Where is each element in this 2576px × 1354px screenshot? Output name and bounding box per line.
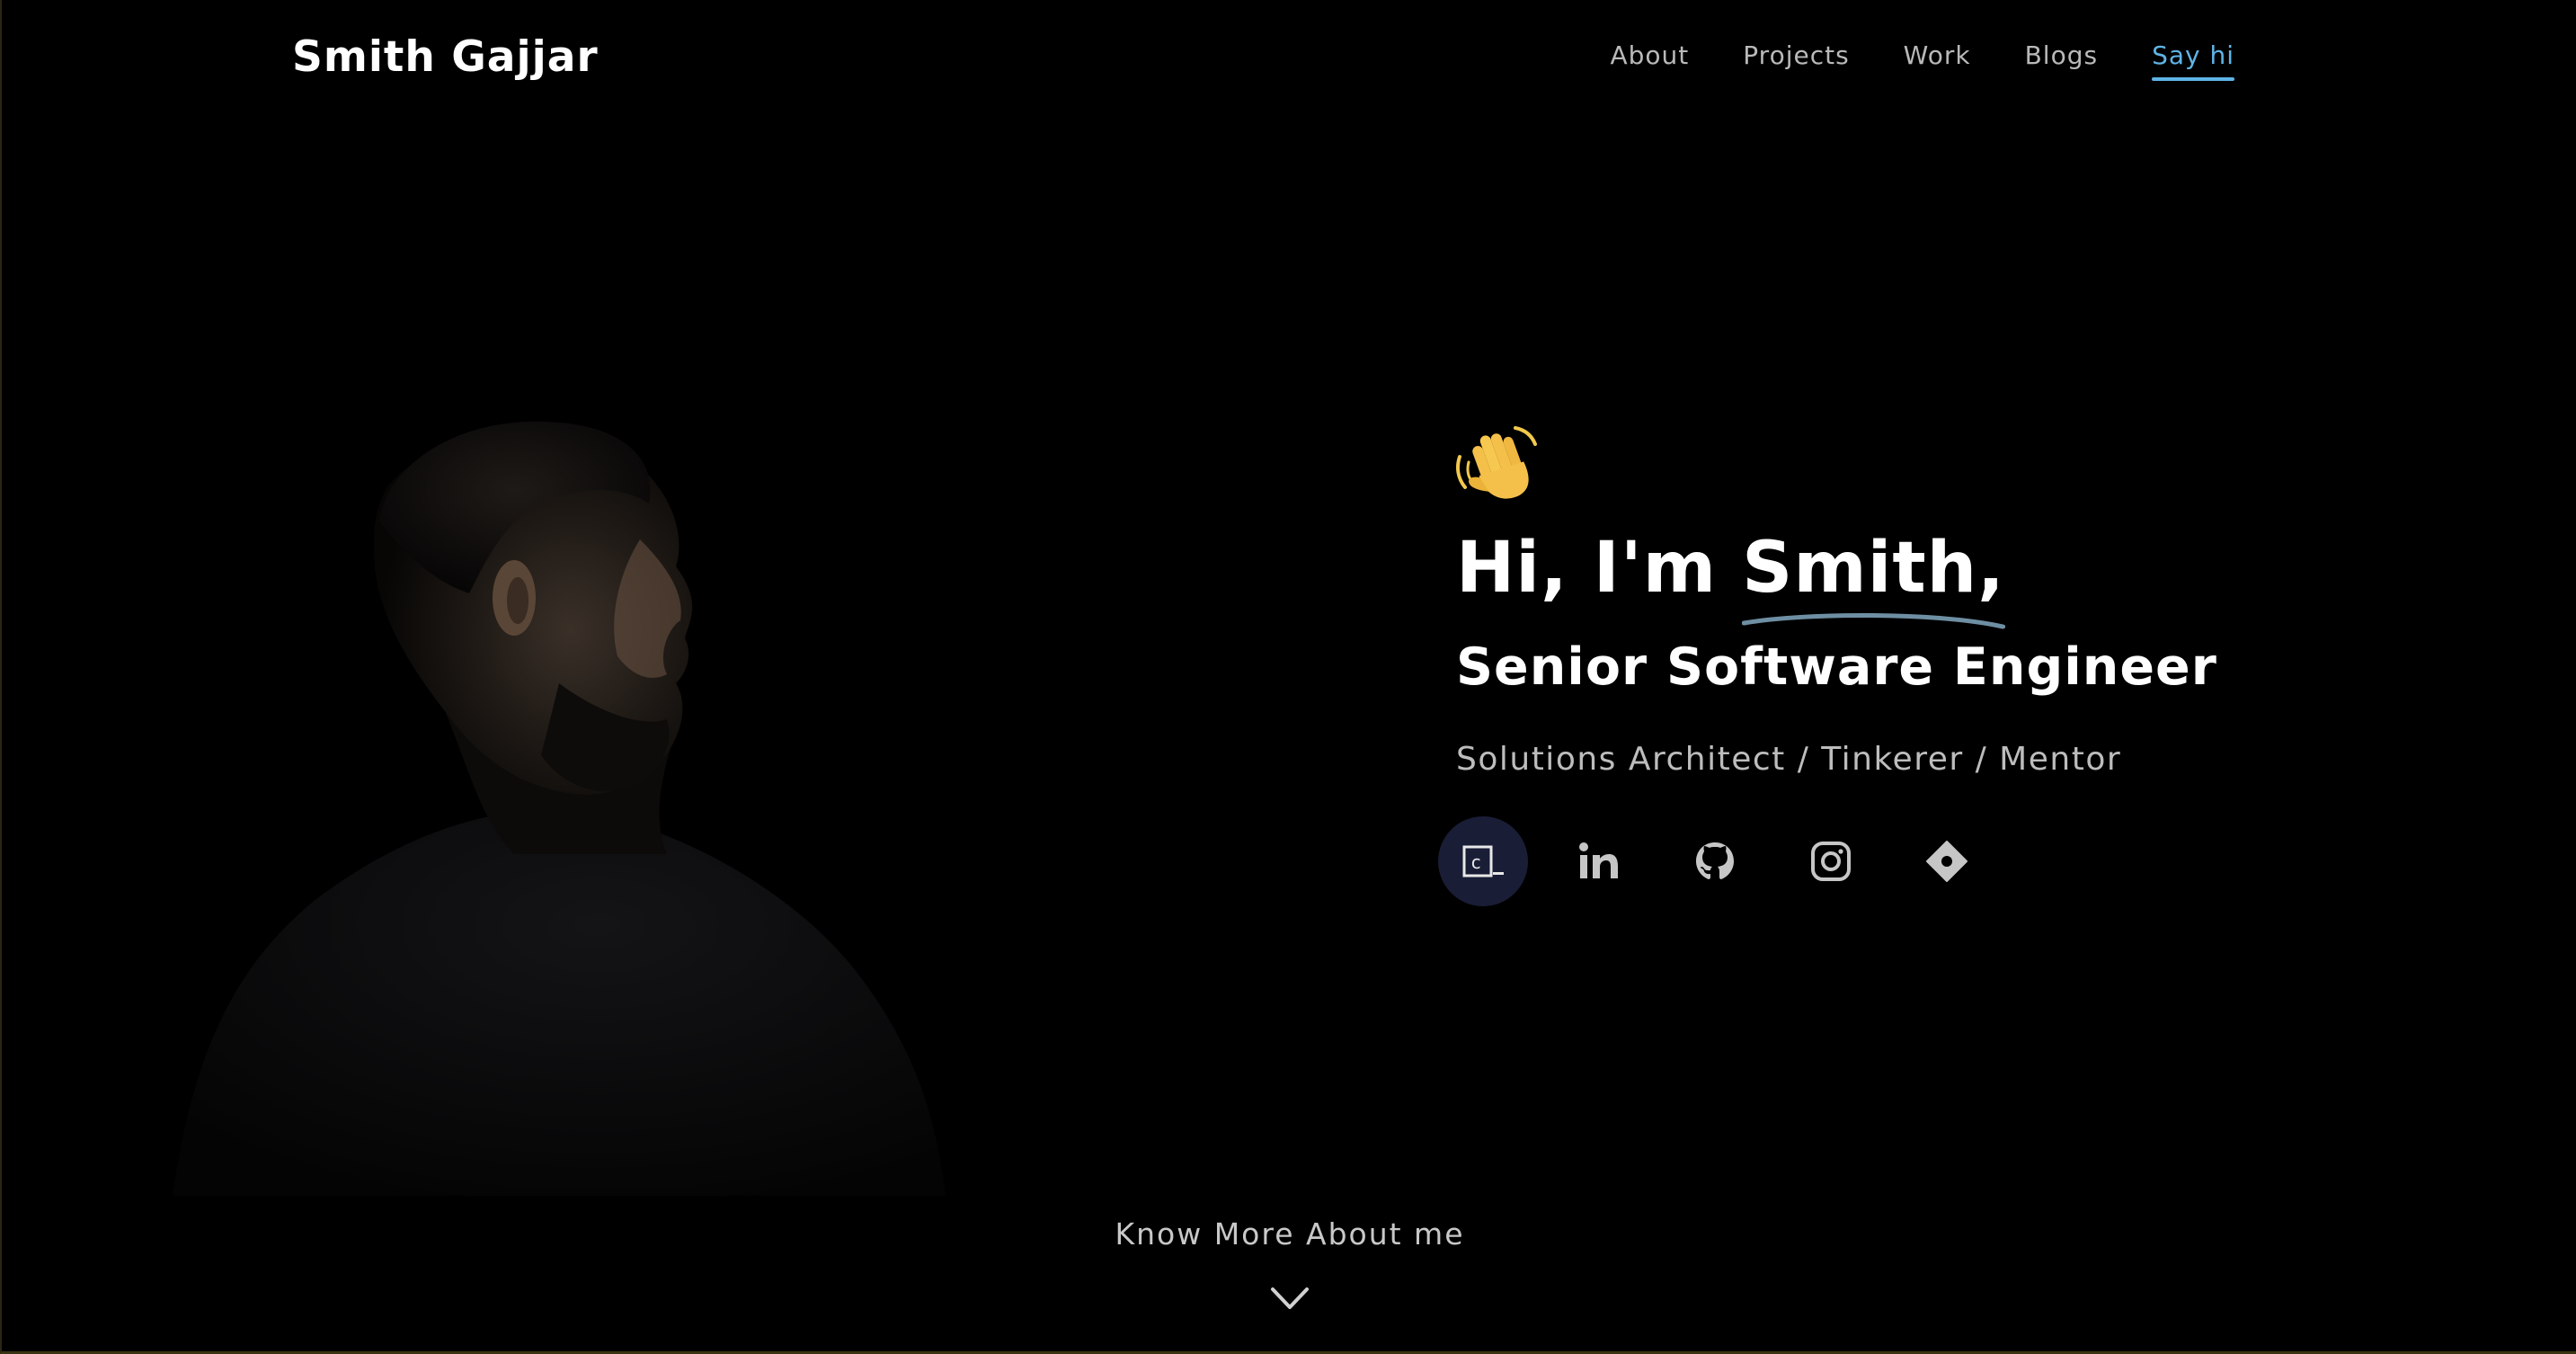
greeting-prefix: Hi, I'm xyxy=(1456,528,1743,609)
instagram-link[interactable] xyxy=(1786,816,1876,906)
portrait-photo xyxy=(173,421,946,1196)
site-logo[interactable]: Smith Gajjar xyxy=(292,31,599,85)
linkedin-link[interactable] xyxy=(1554,816,1644,906)
terminal-icon: c xyxy=(1462,845,1504,877)
greeting-name-text: Smith, xyxy=(1742,528,2005,609)
hero-role: Senior Software Engineer xyxy=(1456,637,2217,697)
github-icon xyxy=(1696,842,1734,879)
name-underline xyxy=(1742,612,2005,629)
terminal-link[interactable]: c xyxy=(1438,816,1528,906)
github-link[interactable] xyxy=(1670,816,1760,906)
chevron-down-icon[interactable] xyxy=(1269,1284,1310,1313)
nav-about[interactable]: About xyxy=(1610,36,1689,76)
instagram-icon xyxy=(1811,842,1851,881)
linkedin-icon xyxy=(1579,842,1618,878)
know-more-link[interactable]: Know More About me xyxy=(2,1214,2576,1255)
nav-projects[interactable]: Projects xyxy=(1743,36,1849,76)
nav-blogs[interactable]: Blogs xyxy=(2025,36,2098,76)
page: Smith Gajjar About Projects Work Blogs S… xyxy=(0,0,2576,1354)
waving-hand-icon xyxy=(1456,426,1537,499)
nav-work[interactable]: Work xyxy=(1904,36,1971,76)
main-nav: About Projects Work Blogs Say hi xyxy=(1556,36,2234,81)
hero-greeting: Hi, I'm Smith, xyxy=(1456,526,2005,629)
social-links: c xyxy=(1438,816,2018,906)
diamond-icon xyxy=(1926,841,1968,882)
svg-text:c: c xyxy=(1470,851,1481,873)
hero-tagline: Solutions Architect / Tinkerer / Mentor xyxy=(1456,741,2122,778)
nav-say-hi[interactable]: Say hi xyxy=(2152,36,2234,81)
greeting-name: Smith, xyxy=(1742,526,2005,629)
diamond-link[interactable] xyxy=(1902,816,1992,906)
